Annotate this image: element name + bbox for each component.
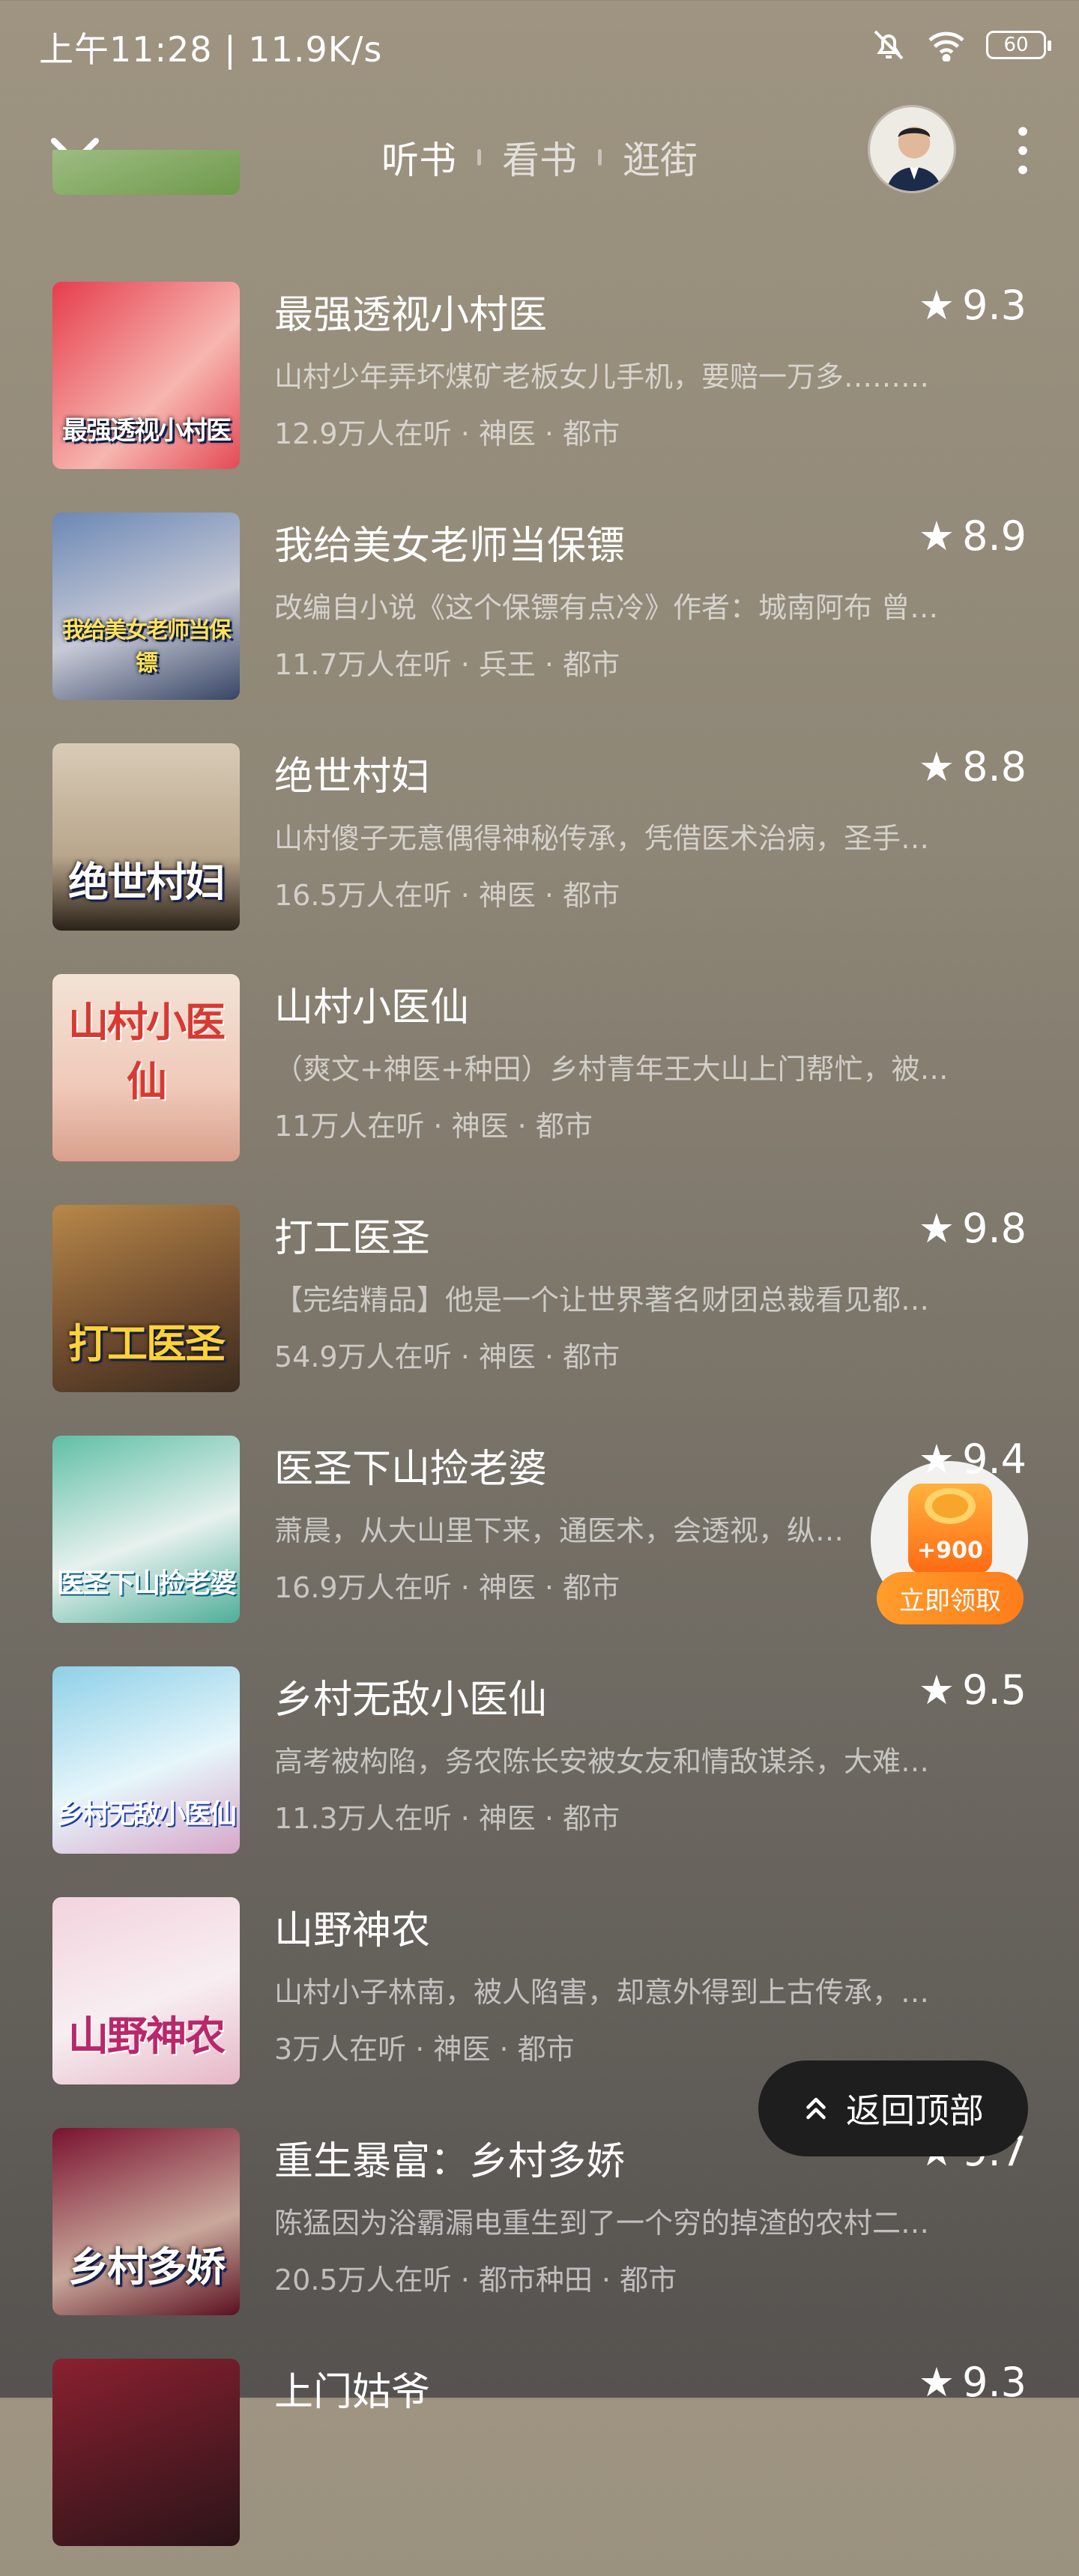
claim-button[interactable]: 立即领取: [877, 1572, 1024, 1624]
star-icon: ★: [918, 513, 955, 560]
book-desc: 山村小子林南，被人陷害，却意外得到上古传承，…: [274, 1976, 930, 2009]
coin-box-icon: +900: [908, 1484, 992, 1573]
cover-title: 医圣下山捡老婆: [56, 1568, 237, 1599]
rating-value: 9.3: [962, 282, 1027, 329]
cover-title: 打工医圣: [68, 1320, 226, 1367]
book-desc: 【完结精品】他是一个让世界著名财团总裁看见都…: [274, 1284, 930, 1316]
double-chevron-up-icon: [806, 2097, 826, 2120]
rating-value: 9.3: [962, 2359, 1027, 2406]
star-icon: ★: [918, 2359, 955, 2406]
list-item[interactable]: 山村小医仙 山村小医仙 （爽文+神医+种田）乡村青年王大山上门帮忙，被… 11万…: [0, 974, 1079, 1191]
list-item[interactable]: 乡村多娇 重生暴富：乡村多娇 ★9.7 陈猛因为浴霸漏电重生到了一个穷的掉渣的农…: [0, 2128, 1079, 2345]
book-title: 山野神农: [274, 1908, 431, 1953]
book-cover: 绝世村妇: [52, 743, 240, 931]
cover-title: 乡村无敌小医仙: [56, 1799, 237, 1830]
cover-title: 绝世村妇: [68, 859, 226, 906]
book-cover: [52, 2359, 240, 2546]
book-cover: 乡村多娇: [52, 2128, 240, 2315]
wifi-icon: [928, 31, 964, 61]
list-item[interactable]: 绝世村妇 绝世村妇 ★ 8.8 山村傻子无意偶得神秘传承，凭借医术治病，圣手… 1…: [0, 743, 1079, 961]
book-cover: [52, 150, 240, 195]
rating: ★ 9.8: [919, 1205, 1027, 1252]
cover-title: 乡村多娇: [68, 2243, 226, 2291]
list-item[interactable]: 我给美女老师当保镖 我给美女老师当保镖 ★ 8.9 改编自小说《这个保镖有点冷》作…: [0, 513, 1079, 730]
book-desc: 山村傻子无意偶得神秘传承，凭借医术治病，圣手…: [274, 822, 930, 855]
star-icon: ★: [918, 282, 955, 329]
rating-value: 9.8: [962, 1205, 1027, 1252]
book-meta: 16.5万人在听 · 神医 · 都市: [274, 879, 620, 912]
book-meta: 54.9万人在听 · 神医 · 都市: [274, 1340, 620, 1373]
status-icons: 60: [871, 27, 1051, 63]
back-to-top-button[interactable]: 返回顶部: [758, 2061, 1028, 2156]
book-desc: 高考被构陷，务农陈长安被女友和情敌谋杀，大难…: [274, 1745, 930, 1778]
status-bar: 上午11:28 | 11.9K/s 60: [0, 0, 1079, 90]
battery-level: 60: [1003, 34, 1029, 56]
book-meta: 16.9万人在听 · 神医 · 都市: [274, 1571, 620, 1604]
star-icon: ★: [918, 1205, 955, 1252]
book-desc: 改编自小说《这个保镖有点冷》作者：城南阿布 曾…: [274, 591, 939, 624]
list-item-partial-top[interactable]: [0, 150, 1079, 240]
cover-title: 山野神农: [68, 2013, 226, 2060]
book-title: 打工医圣: [274, 1216, 431, 1261]
rating: ★ 9.3: [919, 2359, 1027, 2406]
battery-icon: 60: [986, 31, 1051, 59]
cover-title: 山村小医仙: [68, 999, 226, 1105]
book-desc: 陈猛因为浴霸漏电重生到了一个穷的掉渣的农村二…: [274, 2207, 930, 2240]
book-cover: 最强透视小村医: [52, 282, 240, 469]
book-title: 我给美女老师当保镖: [274, 524, 626, 569]
cover-title: 我给美女老师当保镖: [62, 617, 232, 677]
book-title: 医圣下山捡老婆: [274, 1447, 548, 1492]
coin-icon: [925, 1488, 976, 1524]
book-cover: 医圣下山捡老婆: [52, 1436, 240, 1623]
book-cover: 山村小医仙: [52, 974, 240, 1161]
book-cover: 山野神农: [52, 1897, 240, 2084]
book-cover: 我给美女老师当保镖: [52, 513, 240, 700]
book-meta: 11.3万人在听 · 神医 · 都市: [274, 1802, 620, 1835]
list-item[interactable]: 乡村无敌小医仙 乡村无敌小医仙 ★ 9.5 高考被构陷，务农陈长安被女友和情敌谋杀…: [0, 1666, 1079, 1884]
book-meta: 11万人在听 · 神医 · 都市: [274, 1110, 593, 1143]
book-meta: 11.7万人在听 · 兵王 · 都市: [274, 648, 620, 681]
star-icon: ★: [918, 743, 955, 790]
rating: ★ 9.5: [919, 1666, 1027, 1714]
reward-amount: +900: [917, 1538, 983, 1564]
book-cover: 打工医圣: [52, 1205, 240, 1392]
rating-value: 9.5: [962, 1666, 1027, 1714]
rating-value: 8.8: [962, 743, 1027, 790]
book-title: 乡村无敌小医仙: [274, 1678, 548, 1723]
book-title: 绝世村妇: [274, 755, 431, 799]
back-to-top-label: 返回顶部: [846, 2090, 984, 2131]
list-item[interactable]: 打工医圣 打工医圣 ★ 9.8 【完结精品】他是一个让世界著名财团总裁看见都… 5…: [0, 1205, 1079, 1422]
book-title: 重生暴富：乡村多娇: [274, 2139, 626, 2184]
book-desc: 山村少年弄坏煤矿老板女儿手机，要赔一万多………: [274, 360, 930, 393]
bell-off-icon: [874, 30, 904, 60]
book-cover: 乡村无敌小医仙: [52, 1666, 240, 1854]
list-item[interactable]: 最强透视小村医 最强透视小村医 ★ 9.3 山村少年弄坏煤矿老板女儿手机，要赔一万…: [0, 282, 1079, 499]
book-desc: （爽文+神医+种田）乡村青年王大山上门帮忙，被…: [274, 1053, 949, 1086]
rating: ★ 9.3: [919, 282, 1027, 329]
book-meta: 20.5万人在听 · 都市种田 · 都市: [274, 2264, 677, 2297]
status-time: 上午11:28 | 11.9K/s: [39, 29, 383, 70]
cover-title: 最强透视小村医: [62, 416, 232, 446]
rating-value: 8.9: [962, 513, 1027, 560]
book-title: 最强透视小村医: [274, 293, 548, 338]
reward-widget[interactable]: +900 立即领取: [871, 1461, 1028, 1626]
book-title: 上门姑爷: [274, 2370, 431, 2415]
rating: ★ 8.9: [919, 513, 1027, 560]
book-meta: 12.9万人在听 · 神医 · 都市: [274, 417, 620, 450]
rating: ★ 8.8: [919, 743, 1027, 790]
list-item[interactable]: 上门姑爷 ★ 9.3: [0, 2359, 1079, 2576]
star-icon: ★: [918, 1666, 955, 1714]
book-title: 山村小医仙: [274, 985, 470, 1030]
book-meta: 3万人在听 · 神医 · 都市: [274, 2033, 575, 2066]
